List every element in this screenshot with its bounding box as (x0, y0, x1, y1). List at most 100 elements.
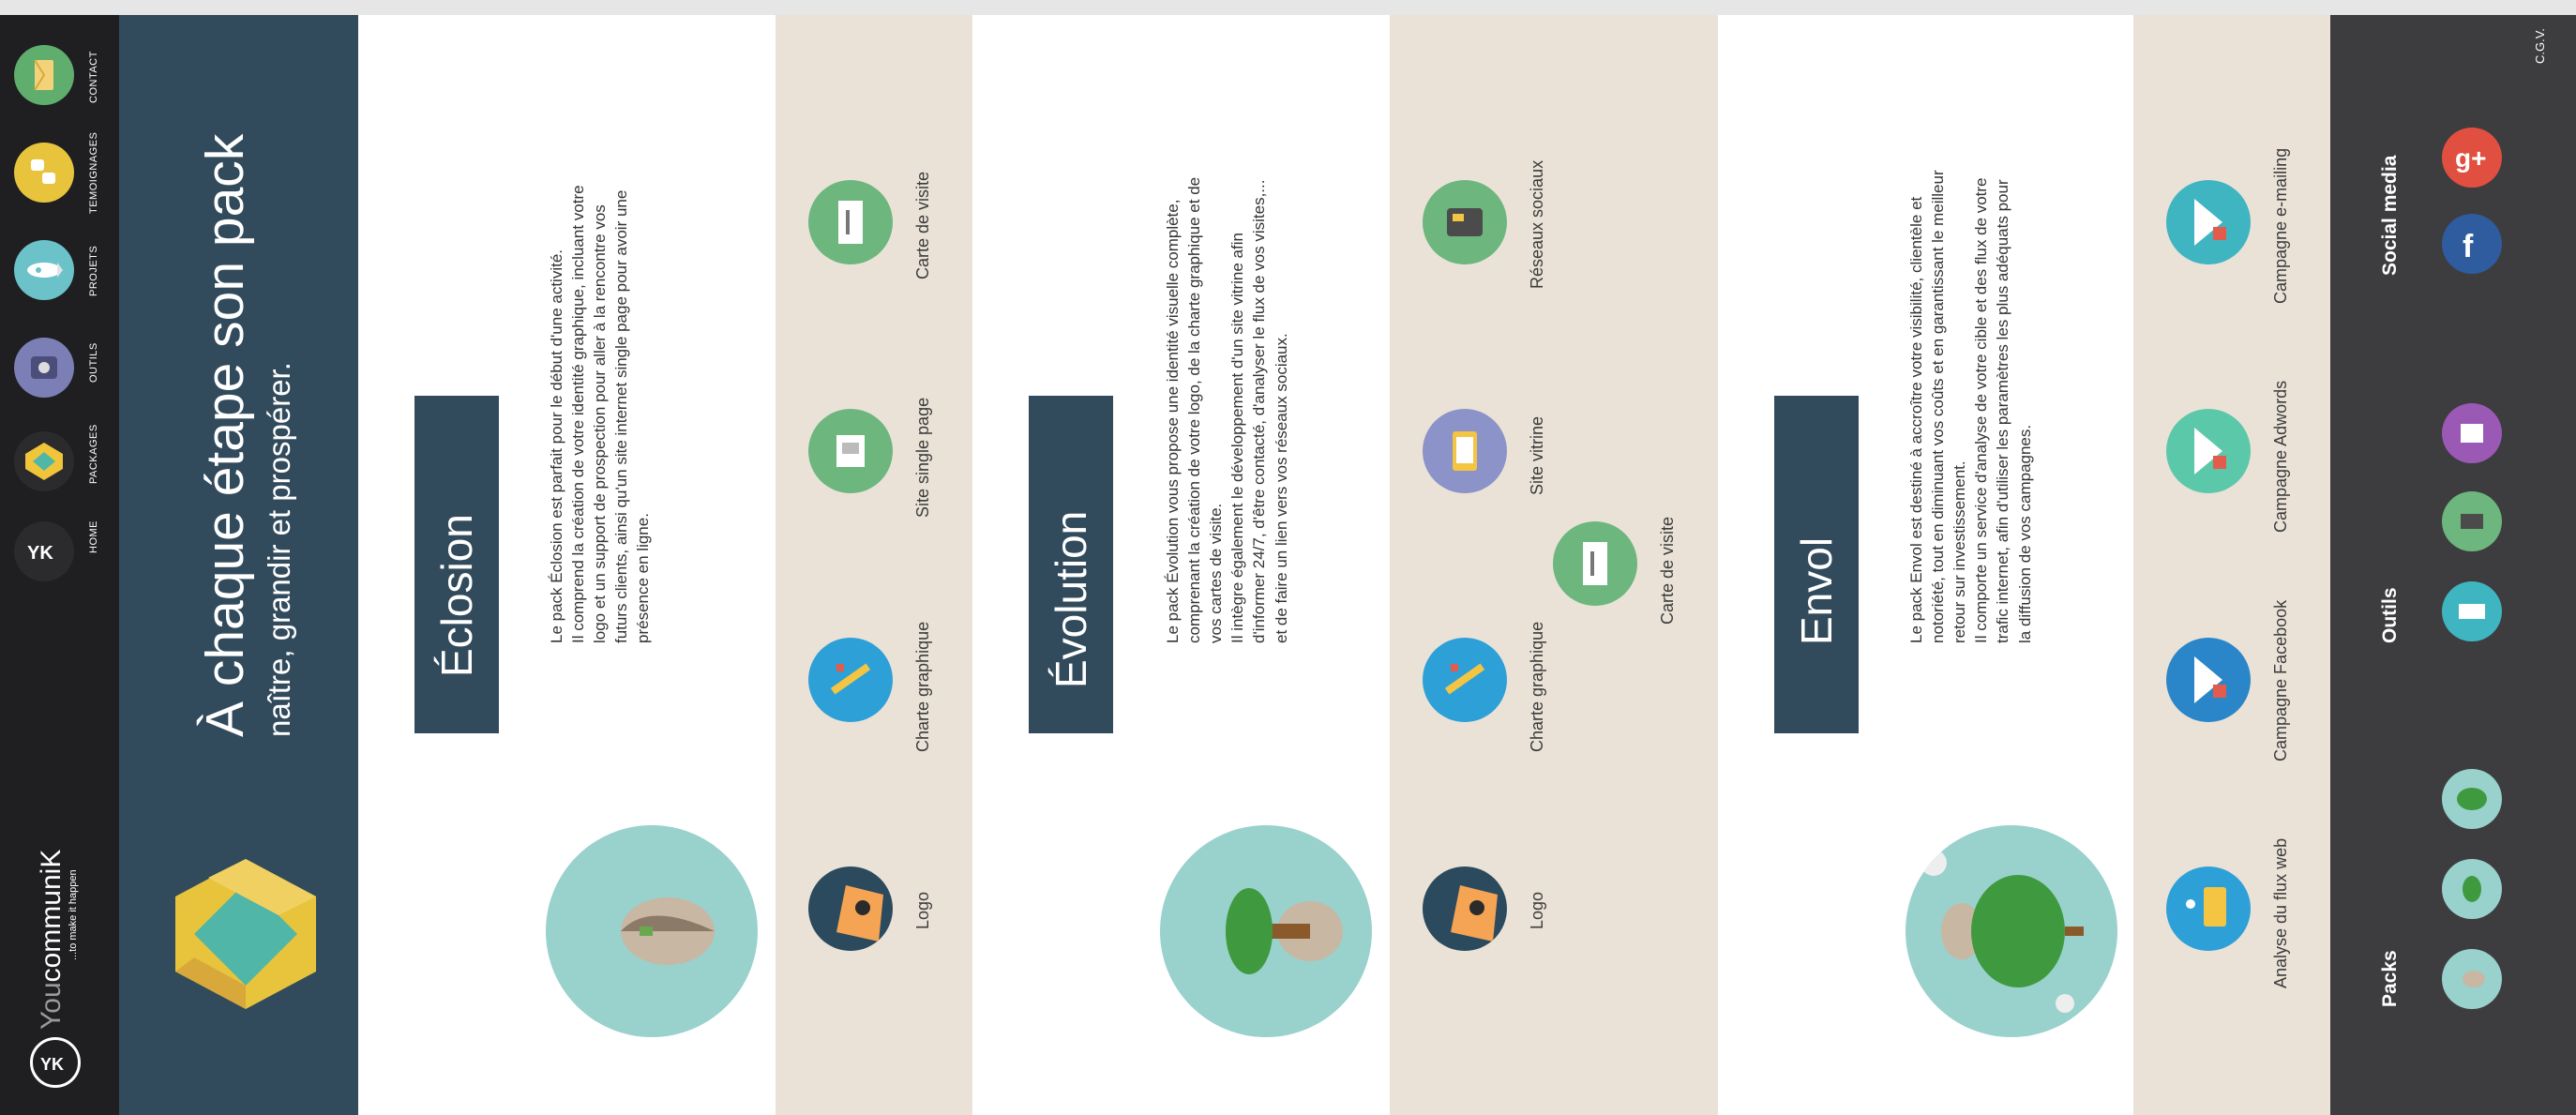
service-charte-graphique: Charte graphique (913, 621, 932, 752)
pack-evolution-services: Réseaux sociaux Site vitrine Carte de vi… (1390, 15, 1718, 1115)
desc-line: Le pack Évolution vous propose une ident… (1164, 199, 1182, 643)
service-site-vitrine: Site vitrine (1528, 415, 1546, 495)
pack-envol-panel: Envol Le pack Envol est destiné à accroî… (1718, 15, 2133, 1115)
service-logo: Logo (1528, 891, 1546, 929)
google-plus-icon[interactable]: g+ (2442, 128, 2502, 188)
desc-line: retour sur investissement. (1951, 460, 1969, 643)
pack-envol-thumb-icon[interactable] (2442, 769, 2502, 829)
service-campagne-e-mailing: Campagne e-mailing (2271, 147, 2290, 304)
quote-icon[interactable] (14, 143, 74, 203)
package-box-illustration (175, 859, 316, 1009)
desc-line: d'informer 24/7, d'être contacté, d'anal… (1250, 179, 1269, 643)
svg-text:YK: YK (40, 1055, 64, 1074)
pack-eclosion-panel: Éclosion Le pack Éclosion est parfait po… (358, 15, 776, 1115)
service-campagne-adwords: Campagne Adwords (2271, 380, 2290, 533)
showcase-site-icon[interactable] (1423, 409, 1507, 493)
svg-text:f: f (2463, 229, 2474, 264)
desc-line: Le pack Envol est destiné à accroître vo… (1907, 196, 1925, 643)
single-page-site-icon[interactable] (808, 409, 893, 493)
desc-line: Il comprend la création de votre identit… (569, 185, 588, 643)
rocket-icon[interactable] (14, 240, 74, 300)
side-navigation: CONTACT TEMOIGNAGES PROJETS OUTILS PACKA… (0, 15, 119, 1115)
nav-temoignages[interactable]: TEMOIGNAGES (88, 132, 99, 214)
desc-line: notoriété, tout en diminuant vos coûts e… (1929, 170, 1948, 643)
nav-projets[interactable]: PROJETS (88, 246, 99, 296)
brand-tagline: ...to make it happen (68, 869, 79, 960)
service-campagne-facebook: Campagne Facebook (2271, 599, 2290, 761)
desc-line: Le pack Éclosion est parfait pour le déb… (548, 249, 565, 643)
packs-heading: Packs (2379, 950, 2401, 1007)
business-card-icon[interactable] (1553, 521, 1637, 606)
graphic-charter-icon[interactable] (808, 638, 893, 722)
cgv-link[interactable]: C.G.V. (2533, 28, 2547, 64)
pack-eclosion-thumb-icon[interactable] (2442, 949, 2502, 1009)
hero-subtitle: naître, grandir et prospérer. (262, 362, 296, 737)
pack-envol-services: Campagne e-mailing Campagne Adwords Camp… (2133, 15, 2330, 1115)
tool-card-icon[interactable] (2442, 581, 2502, 641)
nav-outils[interactable]: OUTILS (88, 342, 99, 383)
pack-evolution-thumb-icon[interactable] (2442, 859, 2502, 919)
facebook-campaign-icon[interactable] (2166, 638, 2251, 722)
desc-line: la diffusion de vos campagnes. (2015, 424, 2034, 643)
tool-ruler-icon[interactable] (2442, 403, 2502, 463)
service-carte-de-visite: Carte de visite (1658, 516, 1677, 625)
emailing-campaign-icon[interactable] (2166, 180, 2251, 264)
adwords-campaign-icon[interactable] (2166, 409, 2251, 493)
brand-name[interactable]: YoucommuniK (36, 850, 68, 1030)
tool-camera-icon[interactable] (2442, 491, 2502, 551)
pack-envol-title: Envol (1792, 536, 1841, 645)
service-logo: Logo (913, 891, 932, 929)
graphic-charter-icon[interactable] (1423, 638, 1507, 722)
web-flow-analysis-icon[interactable] (2166, 866, 2251, 951)
service-site-single-page: Site single page (913, 397, 932, 518)
brand-logo-icon[interactable]: YK (30, 1037, 81, 1088)
service-charte-graphique: Charte graphique (1528, 621, 1546, 752)
nav-contact[interactable]: CONTACT (88, 51, 99, 103)
service-analyse-du-flux-web: Analyse du flux web (2271, 837, 2290, 988)
service-reseaux-sociaux: Réseaux sociaux (1528, 159, 1546, 289)
pack-eclosion-services: Carte de visite Site single page Charte … (776, 15, 972, 1115)
egg-illustration (546, 825, 758, 1037)
service-carte-de-visite: Carte de visite (913, 171, 932, 279)
social-media-heading: Social media (2379, 155, 2401, 276)
desc-line: Il intègre également le développement d'… (1228, 233, 1247, 643)
pack-eclosion-description: Le pack Éclosion est parfait pour le déb… (546, 185, 655, 643)
logo-design-icon[interactable] (808, 866, 893, 951)
pack-eclosion-title-box: Éclosion (414, 396, 499, 733)
pack-envol-title-box: Envol (1774, 396, 1859, 733)
sprout-illustration (1160, 825, 1372, 1037)
desc-line: trafic internet, afin d'utiliser les par… (1994, 179, 2012, 643)
hero-title: À chaque étape son pack (195, 133, 255, 737)
right-sidebar: C.G.V. Social media g+ f Outils Packs (2330, 15, 2576, 1115)
hero-panel: À chaque étape son pack naître, grandir … (119, 15, 358, 1115)
pack-evolution-title-box: Évolution (1029, 396, 1113, 733)
nav-packages[interactable]: PACKAGES (88, 424, 99, 484)
desc-line: comprenant la création de votre logo, de… (1185, 176, 1204, 643)
brand-name-light: You (36, 982, 67, 1030)
pack-evolution-title: Évolution (1047, 510, 1095, 688)
desc-line: futurs clients, ainsi qu'un site interne… (612, 189, 631, 643)
camera-icon[interactable] (14, 338, 74, 398)
outils-heading: Outils (2379, 587, 2401, 643)
desc-line: présence en ligne. (634, 513, 653, 643)
desc-line: et de faire un lien vers vos réseaux soc… (1272, 333, 1290, 643)
nav-home[interactable]: HOME (88, 520, 99, 553)
pack-envol-description: Le pack Envol est destiné à accroître vo… (1906, 170, 2036, 643)
svg-text:g+: g+ (2455, 143, 2486, 173)
desc-line: vos cartes de visite. (1207, 503, 1226, 643)
box-icon[interactable] (14, 431, 74, 491)
envelope-icon[interactable] (14, 45, 74, 105)
facebook-icon[interactable]: f (2442, 214, 2502, 274)
brand-name-dark: communi (36, 867, 67, 983)
social-networks-icon[interactable] (1423, 180, 1507, 264)
business-card-icon[interactable] (808, 180, 893, 264)
pack-evolution-description: Le pack Évolution vous propose une ident… (1162, 177, 1292, 643)
home-logo-icon[interactable]: YK (14, 521, 74, 581)
svg-text:YK: YK (27, 543, 53, 564)
pack-evolution-panel: Évolution Le pack Évolution vous propose… (972, 15, 1390, 1115)
tree-illustration (1906, 825, 2117, 1037)
desc-line: Il comporte un service d'analyse de votr… (1972, 177, 1991, 643)
logo-design-icon[interactable] (1423, 866, 1507, 951)
brand-name-end: K (36, 849, 67, 868)
desc-line: logo et un support de prospection pour a… (591, 204, 610, 643)
